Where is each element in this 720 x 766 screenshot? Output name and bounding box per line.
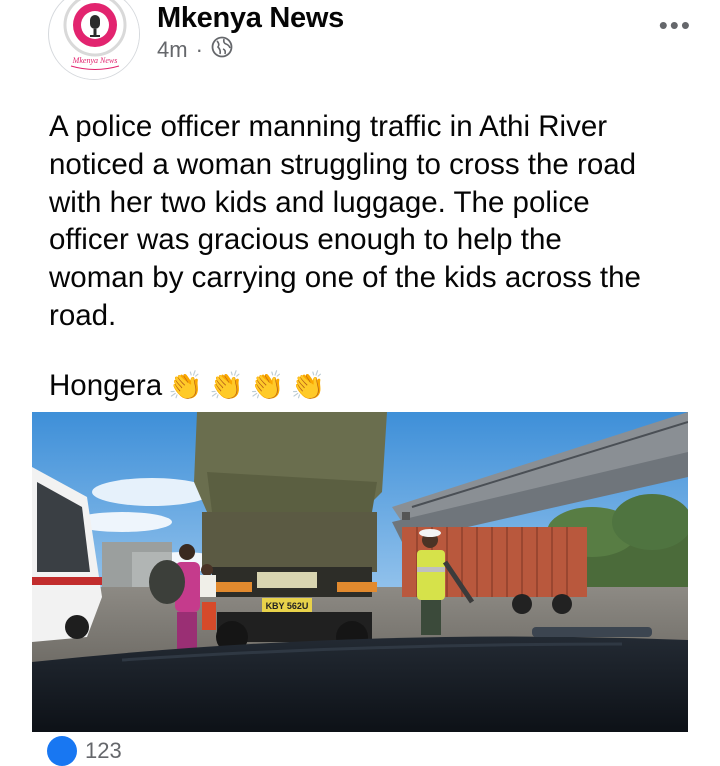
clap-emoji: 👏: [168, 370, 204, 401]
post-text: A police officer manning traffic in Athi…: [49, 110, 641, 332]
like-reaction-icon: [47, 736, 77, 766]
reaction-count[interactable]: 123: [85, 738, 122, 764]
post-time[interactable]: 4m: [157, 37, 188, 63]
more-options-icon[interactable]: •••: [659, 10, 692, 41]
globe-icon[interactable]: [211, 36, 233, 64]
page-avatar[interactable]: Mkenya News: [48, 0, 140, 80]
avatar-text: Mkenya News: [72, 56, 118, 65]
mkenya-news-logo: Mkenya News: [50, 0, 139, 79]
clap-emoji: 👏: [290, 370, 326, 401]
meta-separator: ·: [195, 37, 203, 62]
road-scene-image: KBY 562U: [32, 412, 688, 732]
reactions-row[interactable]: 123: [47, 736, 122, 766]
post-meta: 4m ·: [157, 36, 233, 64]
clap-emoji: 👏: [249, 370, 285, 401]
post-photo[interactable]: KBY 562U: [32, 412, 688, 732]
post-text-second: Hongera 👏 👏 👏 👏: [49, 366, 326, 406]
truck-plate: KBY 562U: [266, 601, 309, 611]
clap-emoji: 👏: [209, 370, 244, 401]
hongera-text: Hongera: [49, 369, 163, 402]
page-name[interactable]: Mkenya News: [157, 2, 344, 35]
